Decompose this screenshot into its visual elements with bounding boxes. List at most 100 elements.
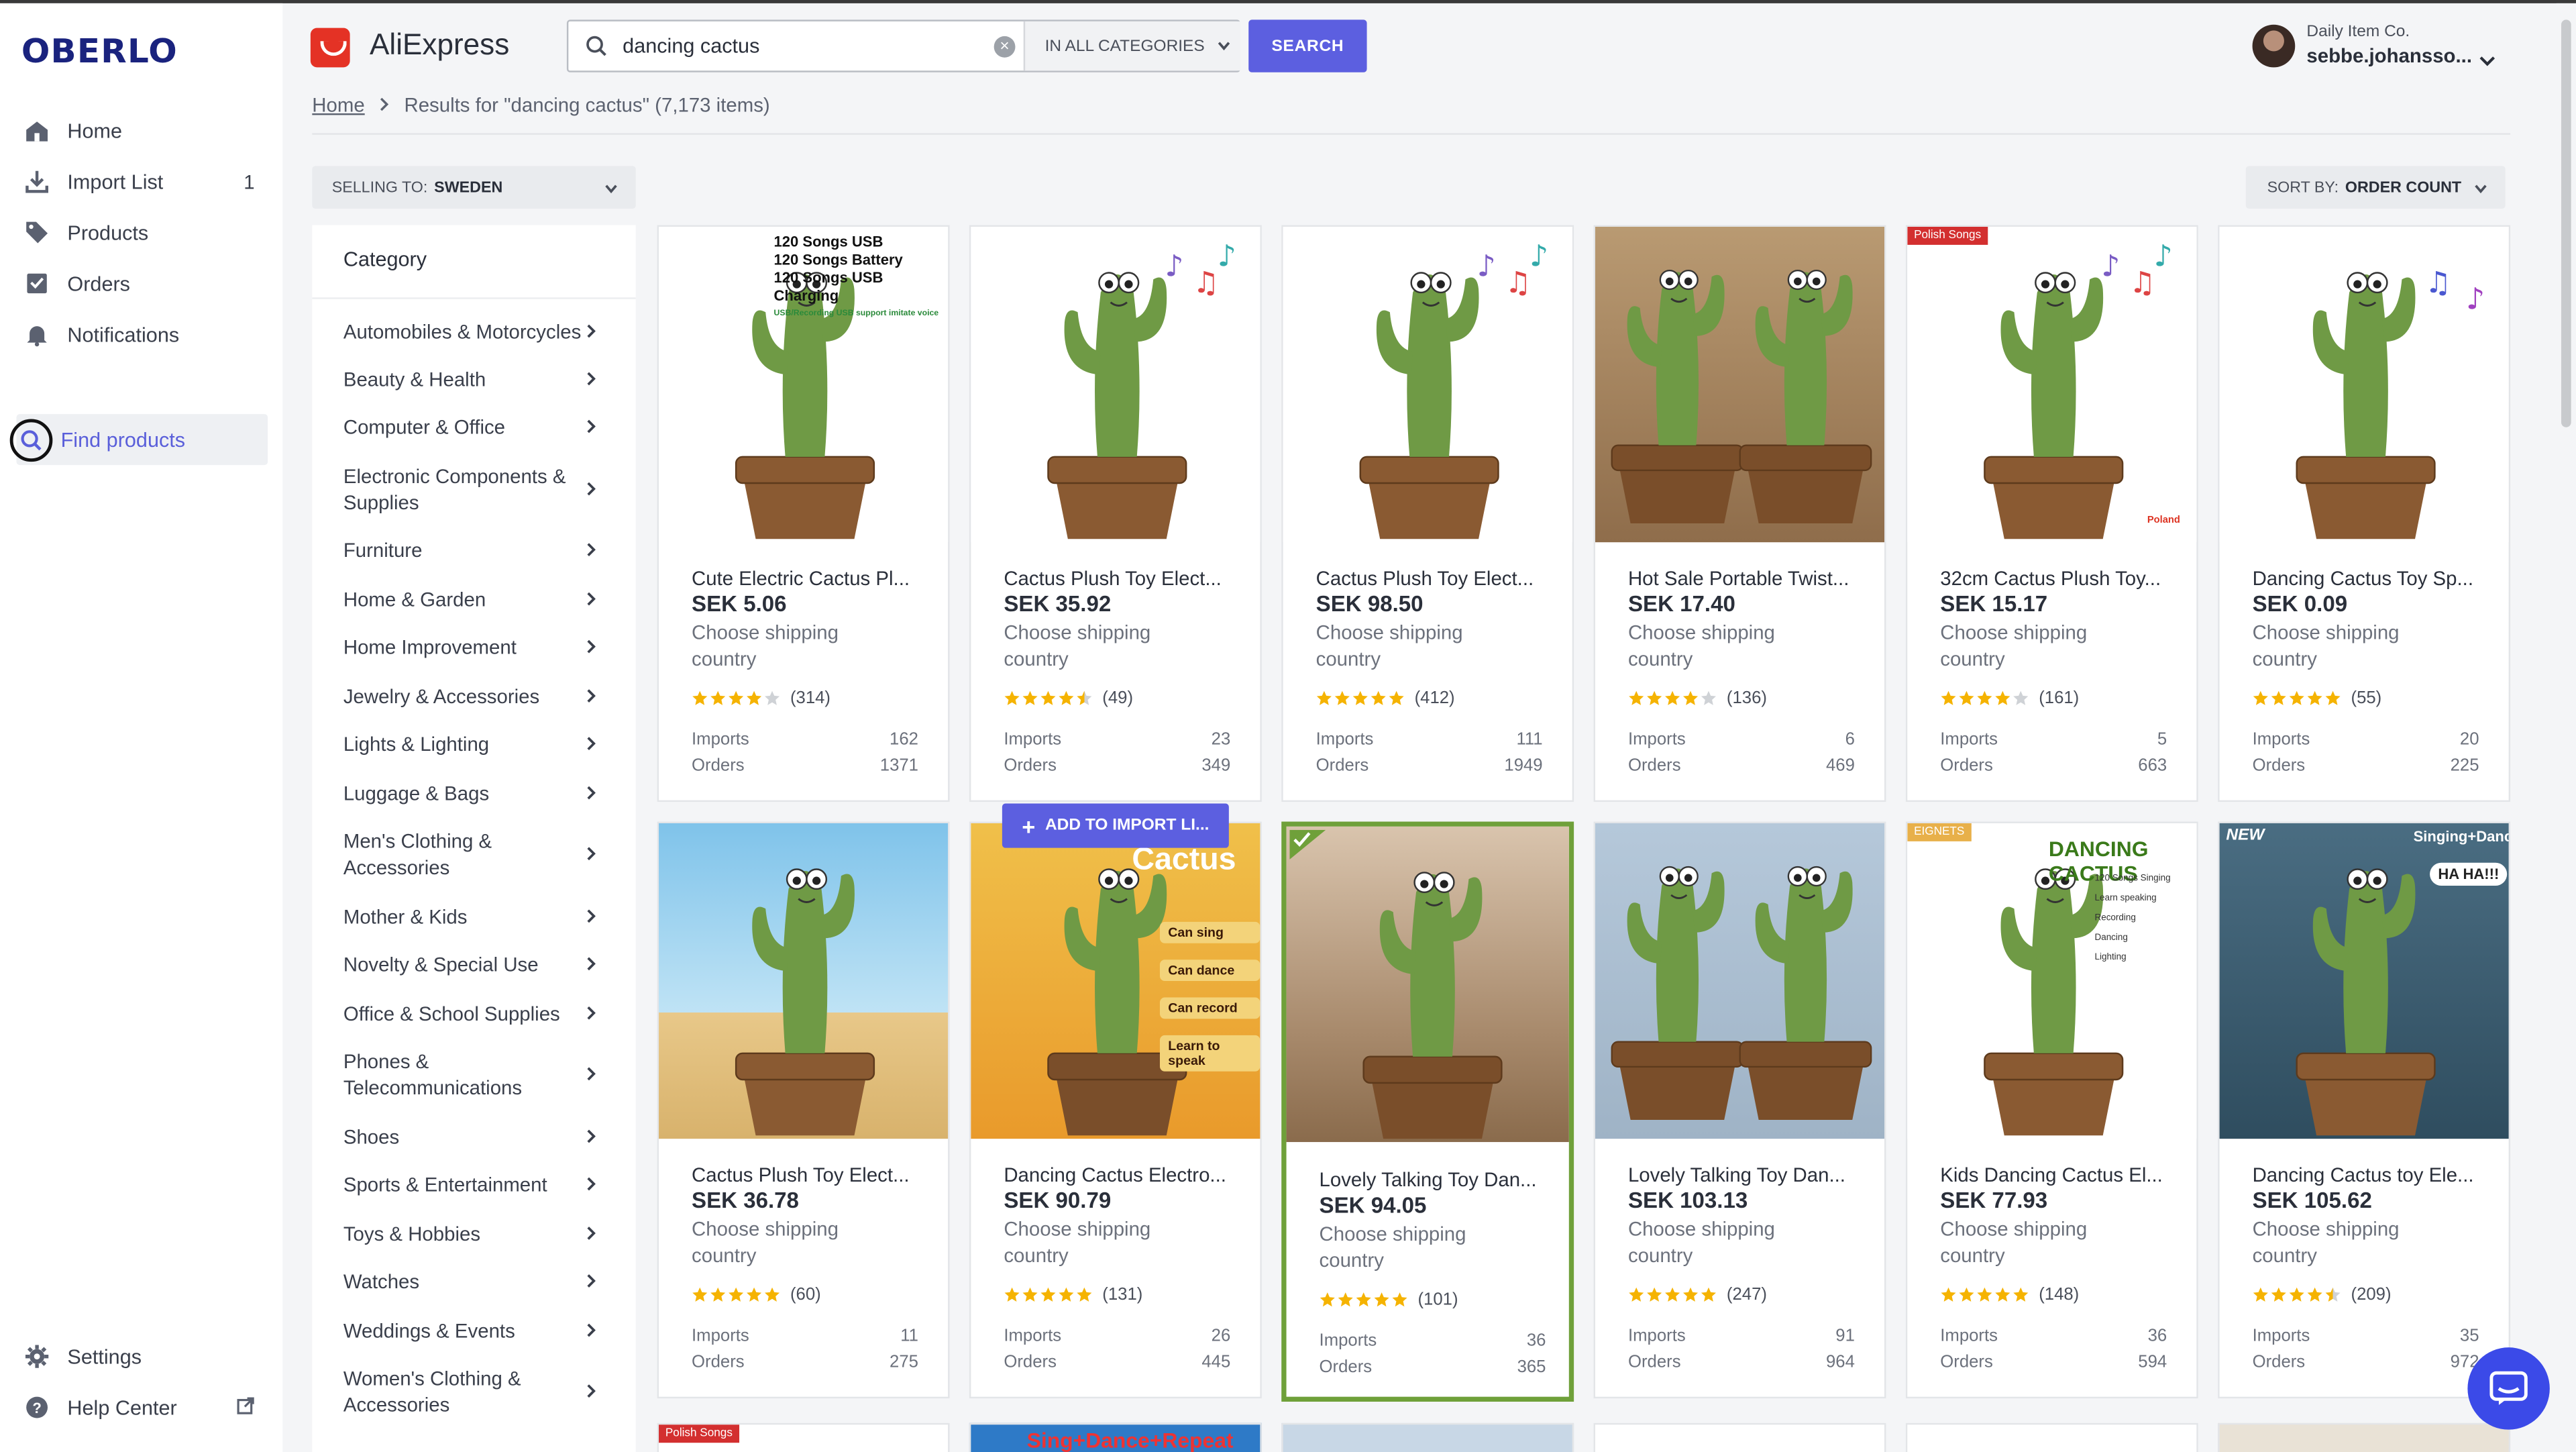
orders-stat: Orders 349 <box>1004 756 1230 776</box>
category-item[interactable]: Computer & Office <box>343 414 623 440</box>
image-caption: Learn speaking <box>2094 894 2157 904</box>
nav-notifications[interactable]: Notifications <box>16 309 268 360</box>
product-image[interactable] <box>1286 826 1569 1143</box>
review-count: (209) <box>2351 1285 2392 1305</box>
shipping-note: Choose shipping country <box>1004 621 1151 671</box>
sort-by-select[interactable]: SORT BY: ORDER COUNT <box>2245 166 2506 209</box>
product-image[interactable] <box>659 823 949 1139</box>
clear-search-icon[interactable]: × <box>994 36 1016 58</box>
product-image[interactable]: DANCING CACTUS 120 Songs Singing Learn s… <box>1907 823 2197 1139</box>
product-rating: (131) <box>1004 1285 1142 1305</box>
category-item[interactable]: Phones & Telecommunications <box>343 1048 596 1100</box>
category-item[interactable]: Electronic Components & Supplies <box>343 464 596 516</box>
image-caption: 120 Songs Singing <box>2094 874 2171 884</box>
product-card[interactable] <box>1593 1422 1886 1452</box>
category-item[interactable]: Office & School Supplies <box>343 1000 623 1027</box>
add-to-import-list-button[interactable]: + ADD TO IMPORT LI... <box>1002 803 1229 848</box>
oberlo-logo[interactable]: OBERLO <box>21 32 178 71</box>
page-scrollbar[interactable] <box>2556 3 2576 1452</box>
product-rating: (60) <box>692 1285 821 1305</box>
product-image[interactable]: ♪ ♫ ♪ Poland Polish Songs <box>1907 226 2197 543</box>
category-item[interactable]: Luggage & Bags <box>343 780 623 807</box>
category-item[interactable]: Shoes <box>343 1124 623 1150</box>
nav-orders[interactable]: Orders <box>16 258 268 309</box>
product-card[interactable]: 120 Songs USB 120 Songs Battery 120 Song… <box>657 225 950 802</box>
product-card[interactable]: Lovely Talking Toy Dan... SEK 103.13 Choos… <box>1593 821 1886 1399</box>
category-item[interactable]: Women's Clothing & Accessories <box>343 1365 596 1418</box>
product-card[interactable]: ♫ ♪ Dancing Cactus Toy Sp... SEK 0.09 Choose… <box>2218 225 2511 802</box>
product-image[interactable]: Mexican Cactus Can sing Can dance Can re… <box>971 823 1260 1139</box>
chevron-right-icon <box>586 951 596 978</box>
category-item-label: Watches <box>343 1270 420 1294</box>
product-card[interactable]: ♪ ♫ ♪ Poland Polish Songs 32cm Cactus Plush T… <box>1905 225 2198 802</box>
product-title[interactable]: Lovely Talking Toy Dan... <box>1628 1163 1862 1186</box>
product-image[interactable]: ♪ ♫ ♪ <box>1283 226 1572 543</box>
category-item[interactable]: Lights & Lighting <box>343 731 623 758</box>
category-item[interactable]: Mother & Kids <box>343 904 623 930</box>
nav-home[interactable]: Home <box>16 105 268 156</box>
product-title[interactable]: 32cm Cactus Plush Toy... <box>1940 567 2174 590</box>
category-select[interactable]: IN ALL CATEGORIES <box>1023 21 1240 71</box>
product-card[interactable]: Cactus Plush Toy Elect... SEK 36.78 Choose… <box>657 821 950 1399</box>
search-input[interactable] <box>623 30 1001 63</box>
breadcrumb-home-link[interactable]: Home <box>312 94 364 117</box>
product-card[interactable]: Lovely Talking Toy Dan... SEK 94.05 Choose… <box>1281 821 1574 1402</box>
scrollbar-thumb[interactable] <box>2561 19 2571 427</box>
product-card[interactable]: ♪ ♫ ♪ Cactus Plush Toy Elect... SEK 98.50 Cho… <box>1281 225 1574 802</box>
product-card[interactable] <box>2218 1422 2511 1452</box>
selling-to-label: SELLING TO: <box>331 178 428 197</box>
product-title[interactable]: Dancing Cactus Toy Sp... <box>2253 567 2486 590</box>
product-title[interactable]: Cactus Plush Toy Elect... <box>1316 567 1550 590</box>
product-title[interactable]: Lovely Talking Toy Dan... <box>1320 1168 1553 1191</box>
product-title[interactable]: Dancing Cactus Electro... <box>1004 1163 1237 1186</box>
image-caption: Poland <box>2147 515 2180 526</box>
product-image[interactable]: ♪ ♫ ♪ <box>971 226 1260 543</box>
product-card[interactable]: ♪ ♫ ♪ Cactus Plush Toy Elect... SEK 35.92 Cho… <box>969 225 1262 802</box>
category-item[interactable]: Home Improvement <box>343 634 623 660</box>
account-menu[interactable]: Daily Item Co. sebbe.johansso... <box>2252 23 2516 72</box>
product-title[interactable]: Dancing Cactus toy Ele... <box>2253 1163 2486 1186</box>
product-card[interactable] <box>1281 1422 1574 1452</box>
imports-stat-label: Imports <box>1627 729 1686 749</box>
category-item[interactable]: Automobiles & Motorcycles <box>343 319 623 345</box>
product-price: SEK 17.40 <box>1627 591 1735 617</box>
category-item[interactable]: Beauty & Health <box>343 366 623 393</box>
category-item[interactable]: Furniture <box>343 537 623 564</box>
product-image[interactable] <box>1595 823 1885 1139</box>
nav-products[interactable]: Products <box>16 207 268 258</box>
product-image[interactable] <box>1595 226 1885 543</box>
category-item[interactable]: Weddings & Events <box>343 1318 623 1344</box>
product-title[interactable]: Cactus Plush Toy Elect... <box>692 1163 925 1186</box>
image-caption: Cactus <box>1132 843 1236 878</box>
product-card[interactable] <box>1905 1422 2198 1452</box>
product-card[interactable]: Singing+Dancing HA HA!!! NEW Dancing Cactu… <box>2218 821 2511 1399</box>
category-item[interactable]: Toys & Hobbies <box>343 1221 623 1247</box>
product-card[interactable]: Sing+Dance+Repeat <box>969 1422 1262 1452</box>
product-title[interactable]: Cute Electric Cactus Pl... <box>692 567 925 590</box>
product-title[interactable]: Cactus Plush Toy Elect... <box>1004 567 1237 590</box>
category-item[interactable]: Watches <box>343 1269 623 1295</box>
shipping-note: Choose shipping country <box>1940 621 2088 671</box>
product-title[interactable]: Kids Dancing Cactus El... <box>1940 1163 2174 1186</box>
nav-settings[interactable]: Settings <box>16 1331 268 1382</box>
search-button[interactable]: SEARCH <box>1248 19 1367 72</box>
shipping-note: Choose shipping country <box>1319 1223 1466 1272</box>
nav-import-list[interactable]: Import List 1 <box>16 156 268 207</box>
product-card[interactable]: Hot Sale Portable Twist... SEK 17.40 Choos… <box>1593 225 1886 802</box>
product-card[interactable]: DANCING CACTUS 120 Songs Singing Learn s… <box>1905 821 2198 1399</box>
chat-support-button[interactable] <box>2467 1347 2550 1430</box>
product-image[interactable]: 120 Songs USB 120 Songs Battery 120 Song… <box>659 226 949 543</box>
nav-find-products[interactable]: Find products <box>9 414 268 466</box>
product-title[interactable]: Hot Sale Portable Twist... <box>1628 567 1862 590</box>
category-item[interactable]: Jewelry & Accessories <box>343 684 623 710</box>
nav-help-center[interactable]: ? Help Center <box>16 1382 268 1433</box>
category-item[interactable]: Novelty & Special Use <box>343 951 623 978</box>
product-card[interactable]: Polish Songs <box>657 1422 950 1452</box>
category-item[interactable]: Home & Garden <box>343 586 623 613</box>
product-card[interactable]: Mexican Cactus Can sing Can dance Can re… <box>969 821 1262 1399</box>
product-image[interactable]: Singing+Dancing HA HA!!! NEW <box>2219 823 2509 1139</box>
category-item[interactable]: Sports & Entertainment <box>343 1172 623 1198</box>
category-item[interactable]: Men's Clothing & Accessories <box>343 828 596 880</box>
product-image[interactable]: ♫ ♪ <box>2219 226 2509 543</box>
selling-to-select[interactable]: SELLING TO: SWEDEN <box>312 166 636 209</box>
